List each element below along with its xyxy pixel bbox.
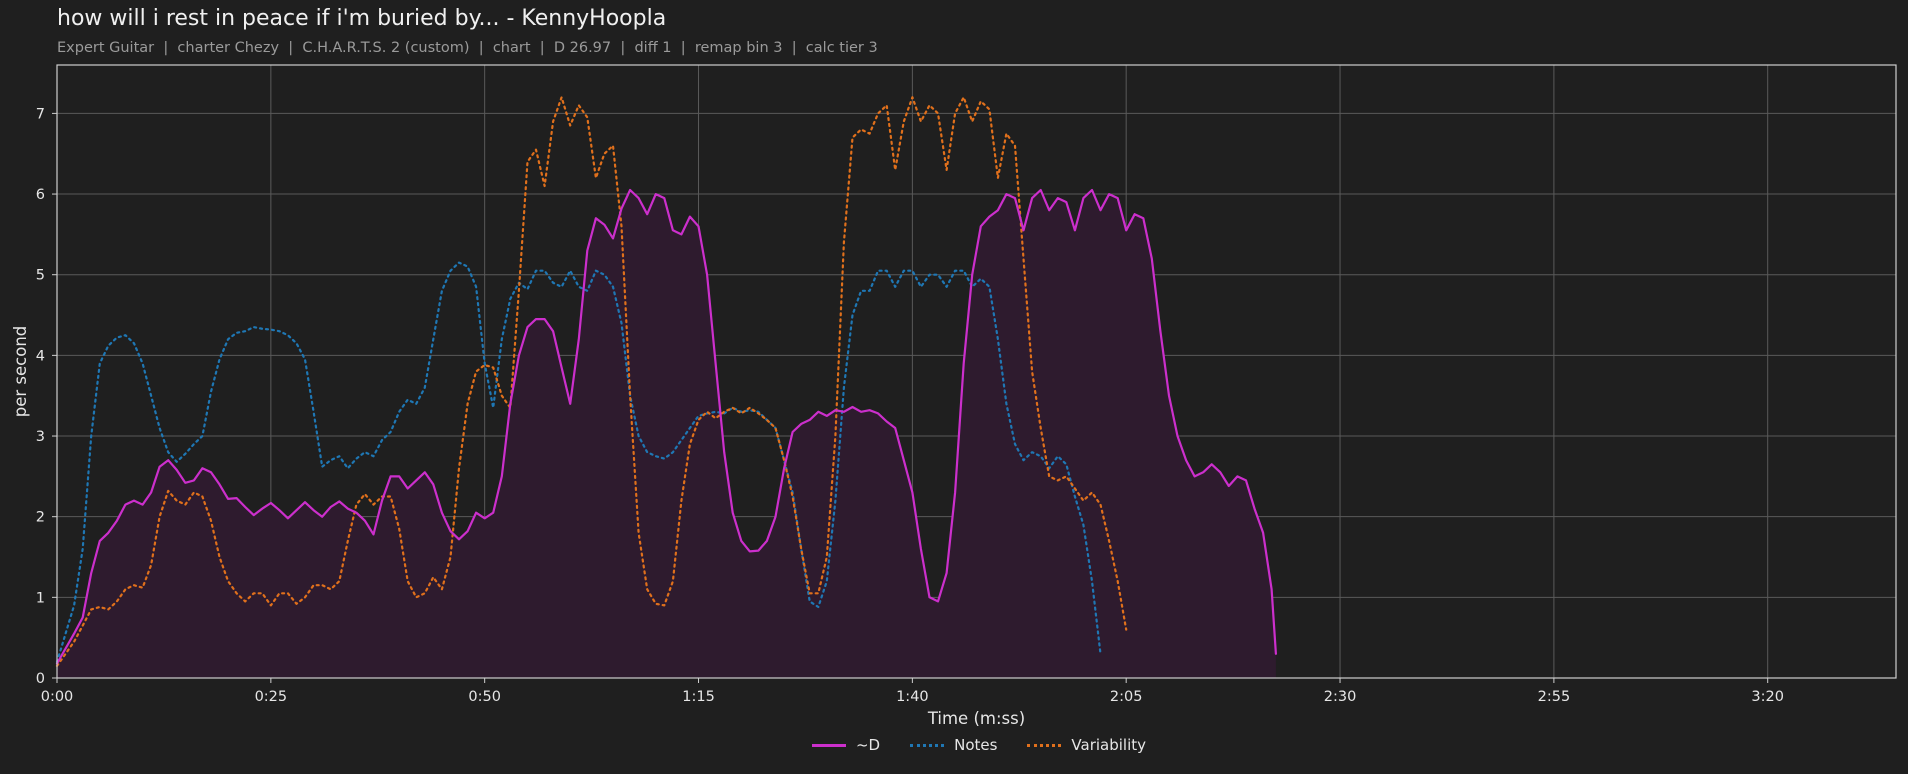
- x-tick-label: 1:15: [682, 689, 715, 705]
- x-tick-label: 0:25: [255, 689, 288, 705]
- chart-legend: ~D Notes Variability: [0, 736, 1908, 754]
- y-tick-label: 2: [36, 510, 45, 526]
- legend-swatch-variability: [1027, 743, 1062, 747]
- y-tick-label: 6: [36, 187, 45, 203]
- legend-item-d: ~D: [811, 736, 881, 754]
- x-tick-label: 2:30: [1324, 689, 1357, 705]
- legend-label-variability: Variability: [1071, 736, 1147, 754]
- x-tick-label: 0:50: [468, 689, 501, 705]
- y-tick-label: 1: [36, 590, 45, 606]
- y-axis-label: per second: [11, 326, 30, 418]
- y-tick-label: 0: [36, 671, 45, 687]
- x-tick-label: 0:00: [41, 689, 74, 705]
- x-tick-label: 2:55: [1538, 689, 1571, 705]
- legend-label-notes: Notes: [954, 736, 998, 754]
- x-tick-label: 3:20: [1751, 689, 1784, 705]
- x-tick-label: 1:40: [896, 689, 929, 705]
- y-tick-label: 5: [36, 268, 45, 284]
- legend-item-notes: Notes: [910, 736, 997, 754]
- legend-item-variability: Variability: [1027, 736, 1146, 754]
- legend-swatch-d: [811, 743, 846, 747]
- chart-plot: 0 1 2 3 4 5 6 7 0:00 0:25 0:50 1:15 1:40 2:05 2:30 2:55…: [11, 64, 1897, 728]
- y-tick-label: 3: [36, 429, 45, 445]
- y-tick-label: 4: [36, 348, 45, 364]
- x-axis-label: Time (m:ss): [927, 709, 1025, 728]
- legend-swatch-notes: [910, 743, 945, 747]
- y-tick-label: 7: [36, 106, 45, 122]
- legend-label-d: ~D: [855, 736, 881, 754]
- x-tick-label: 2:05: [1110, 689, 1143, 705]
